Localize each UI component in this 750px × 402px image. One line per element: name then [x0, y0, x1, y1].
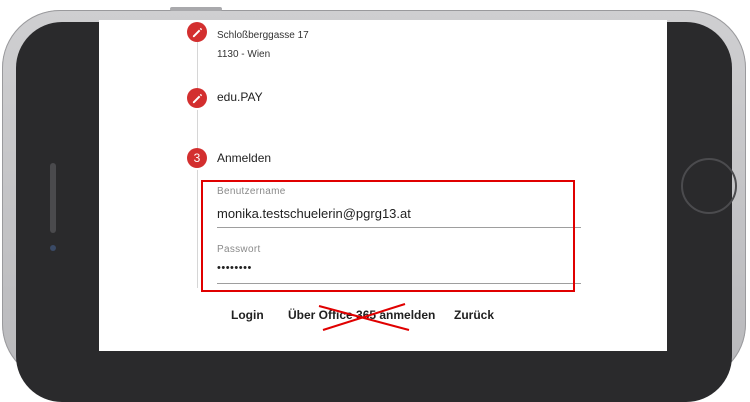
step-edupay-label[interactable]: edu.PAY — [217, 90, 263, 104]
camera-dot — [50, 245, 56, 251]
strikeout-cross-icon — [318, 303, 410, 331]
back-button[interactable]: Zurück — [454, 308, 494, 322]
step-number-badge: 3 — [187, 148, 207, 168]
login-button[interactable]: Login — [231, 308, 264, 322]
speaker-slot — [50, 163, 56, 233]
stepper-connector — [197, 110, 198, 150]
address-line2: 1130 - Wien — [217, 49, 271, 60]
app-screen: Schloßberggasse 17 1130 - Wien edu.PAY 3… — [99, 20, 667, 351]
address-line1: Schloßberggasse 17 — [217, 30, 309, 41]
stepper-connector — [197, 170, 198, 288]
step-anmelden-label: Anmelden — [217, 151, 272, 165]
annotation-highlight-box — [201, 180, 575, 292]
pencil-icon[interactable] — [187, 22, 207, 42]
pencil-icon[interactable] — [187, 88, 207, 108]
power-button — [170, 7, 222, 11]
home-button[interactable] — [681, 158, 737, 214]
